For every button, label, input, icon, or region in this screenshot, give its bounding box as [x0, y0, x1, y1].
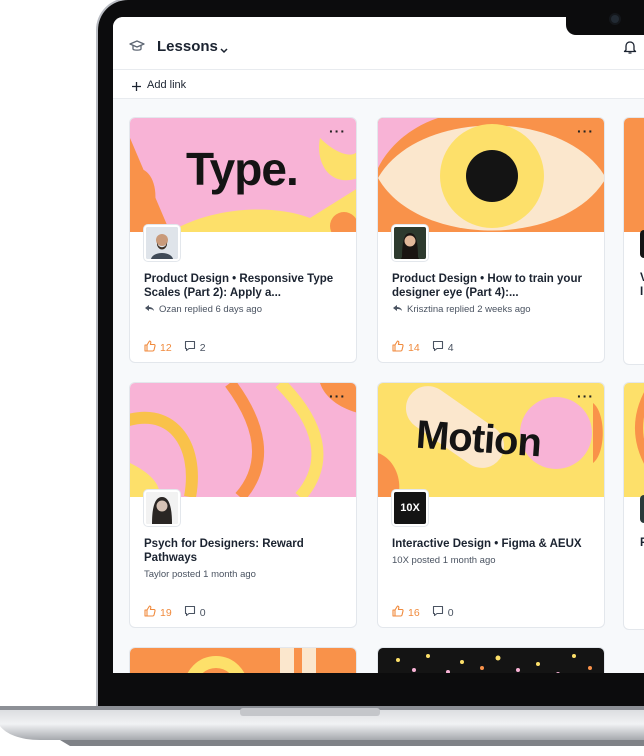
graduation-cap-icon	[129, 39, 145, 58]
lesson-card[interactable]: ··· Product Design • How to train your d…	[377, 117, 605, 363]
comment-count: 4	[447, 341, 454, 354]
lesson-banner	[378, 648, 604, 673]
reply-arrow-icon	[392, 304, 403, 315]
lesson-card-partial[interactable]: V I	[623, 117, 644, 365]
avatar	[640, 495, 644, 523]
comment-count: 0	[199, 606, 206, 619]
lesson-title-partial: I	[640, 286, 644, 298]
banner-title: Motion	[414, 412, 543, 466]
lesson-title[interactable]: Product Design • Responsive Type Scales …	[144, 272, 344, 300]
lesson-card[interactable]	[377, 647, 605, 673]
lesson-banner	[624, 118, 644, 232]
like-count: 14	[408, 341, 420, 354]
lesson-banner: Motion ···	[378, 383, 604, 497]
lesson-title-partial: P	[640, 537, 644, 549]
thumbs-up-icon[interactable]	[144, 605, 156, 620]
lesson-meta: Ozan replied 6 days ago	[144, 304, 262, 315]
lesson-card[interactable]: Type. ··· Product Design • Responsive Ty…	[129, 117, 357, 363]
comment-count: 2	[199, 341, 206, 354]
lesson-stats: 14 4	[392, 340, 454, 355]
lesson-banner: Type. ···	[130, 118, 356, 232]
lesson-banner	[130, 648, 356, 673]
comment-icon[interactable]	[432, 340, 444, 355]
more-icon[interactable]: ···	[577, 389, 594, 403]
more-icon[interactable]: ···	[577, 124, 594, 138]
more-icon[interactable]: ···	[329, 389, 346, 403]
thumbs-up-icon[interactable]	[144, 340, 156, 355]
like-count: 12	[160, 341, 172, 354]
avatar	[144, 225, 180, 261]
lesson-banner: ···	[378, 118, 604, 232]
avatar-text: 10X	[400, 502, 420, 514]
meta-text: Ozan replied 6 days ago	[159, 304, 262, 315]
comment-icon[interactable]	[184, 605, 196, 620]
page-title[interactable]: Lessons	[157, 38, 218, 55]
lesson-card[interactable]: Motion ··· 10X Interactive Design • Figm…	[377, 382, 605, 628]
lesson-meta: Krisztina replied 2 weeks ago	[392, 304, 531, 315]
lesson-card[interactable]	[129, 647, 357, 673]
banner-title: Type.	[186, 143, 299, 195]
meta-text: 10X posted 1 month ago	[392, 555, 496, 566]
comment-count: 0	[447, 606, 454, 619]
top-bar: Lessons	[113, 17, 644, 70]
avatar	[392, 225, 428, 261]
camera-icon	[611, 15, 619, 23]
lesson-banner	[624, 383, 644, 497]
lesson-card-partial[interactable]: P	[623, 382, 644, 630]
lesson-title[interactable]: Interactive Design • Figma & AEUX	[392, 537, 592, 551]
thumbs-up-icon[interactable]	[392, 340, 404, 355]
thumbs-up-icon[interactable]	[392, 605, 404, 620]
add-link-button[interactable]: Add link	[147, 79, 186, 91]
lesson-stats: 12 2	[144, 340, 206, 355]
lesson-stats: 19 0	[144, 605, 206, 620]
lesson-meta: 10X posted 1 month ago	[392, 555, 496, 566]
meta-text: Taylor posted 1 month ago	[144, 569, 256, 580]
lesson-title[interactable]: Psych for Designers: Reward Pathways	[144, 537, 344, 565]
lesson-title-partial: V	[640, 272, 644, 284]
plus-icon[interactable]	[131, 79, 142, 97]
app-screen: Lessons Add link Type. ··· Product Desig…	[113, 17, 644, 673]
more-icon[interactable]: ···	[329, 124, 346, 138]
lesson-stats: 16 0	[392, 605, 454, 620]
lesson-banner: ···	[130, 383, 356, 497]
chevron-down-icon[interactable]	[219, 42, 229, 60]
bell-icon[interactable]	[623, 39, 637, 60]
lesson-meta: Taylor posted 1 month ago	[144, 569, 256, 580]
meta-text: Krisztina replied 2 weeks ago	[407, 304, 531, 315]
comment-icon[interactable]	[432, 605, 444, 620]
avatar	[640, 230, 644, 258]
avatar	[144, 490, 180, 526]
avatar: 10X	[392, 490, 428, 526]
like-count: 16	[408, 606, 420, 619]
reply-arrow-icon	[144, 304, 155, 315]
lesson-title[interactable]: Product Design • How to train your desig…	[392, 272, 592, 300]
like-count: 19	[160, 606, 172, 619]
laptop-base	[0, 706, 644, 746]
comment-icon[interactable]	[184, 340, 196, 355]
camera-notch	[566, 0, 644, 35]
lesson-card[interactable]: ··· Psych for Designers: Reward Pathways…	[129, 382, 357, 628]
toolbar: Add link	[113, 70, 644, 99]
